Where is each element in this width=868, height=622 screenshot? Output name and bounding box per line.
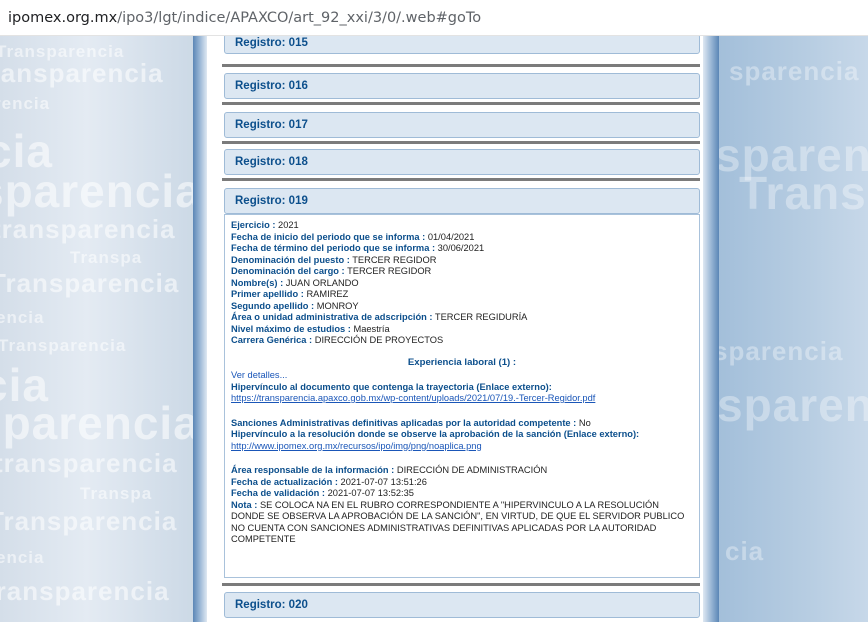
- field-value: No: [578, 417, 591, 428]
- field-nota: Nota : SE COLOCA NA EN EL RUBRO CORRESPO…: [231, 500, 693, 546]
- watermark-word: Transparencia: [0, 506, 178, 536]
- registro-020-header[interactable]: Registro: 020: [224, 592, 700, 618]
- field-segundo-apellido: Segundo apellido : MONROY: [231, 301, 693, 313]
- registro-019-detail: Ejercicio : 2021 Fecha de inicio del per…: [224, 214, 700, 578]
- field-value: 2021: [278, 220, 299, 230]
- field-value: DIRECCIÓN DE PROYECTOS: [314, 335, 444, 345]
- field-sanciones: Sanciones Administrativas definitivas ap…: [231, 418, 693, 430]
- field-label: Segundo apellido :: [231, 300, 315, 311]
- ver-detalles-link[interactable]: Ver detalles...: [231, 370, 287, 380]
- field-value: 30/06/2021: [437, 243, 485, 253]
- field-value: 2021-07-07 13:51:26: [340, 476, 427, 487]
- watermark-word: rencia: [0, 94, 51, 113]
- watermark-word: transparencia: [0, 576, 170, 606]
- field-label: Área o unidad administrativa de adscripc…: [231, 312, 433, 322]
- field-fecha-actualizacion: Fecha de actualización : 2021-07-07 13:5…: [231, 477, 693, 489]
- watermark-word: sparencia: [0, 397, 193, 449]
- field-value: 01/04/2021: [427, 231, 475, 242]
- watermark-word: sparencia: [0, 165, 193, 217]
- divider: [222, 102, 700, 105]
- watermark-word: cia: [725, 536, 765, 566]
- field-value: MONROY: [316, 300, 359, 311]
- field-value: TERCER REGIDURÍA: [434, 312, 528, 322]
- url-domain: ipomex.org.mx: [8, 9, 118, 26]
- field-fecha-termino: Fecha de término del periodo que se info…: [231, 243, 693, 255]
- url-text[interactable]: ipomex.org.mx/ipo3/lgt/indice/APAXCO/art…: [8, 10, 481, 26]
- field-label: Primer apellido :: [231, 289, 304, 299]
- field-label: Hipervínculo a la resolución donde se ob…: [231, 429, 640, 439]
- watermark-word: transparencia: [0, 214, 176, 244]
- watermark-word: encia: [0, 548, 45, 567]
- watermark-word: sparencia: [719, 379, 868, 431]
- divider: [222, 178, 700, 181]
- watermark-word: Trans: [739, 167, 867, 219]
- field-fecha-validacion: Fecha de validación : 2021-07-07 13:52:3…: [231, 488, 693, 500]
- field-label: Fecha de actualización :: [231, 476, 338, 487]
- field-label: Sanciones Administrativas definitivas ap…: [231, 417, 577, 428]
- field-value: Maestría: [353, 323, 390, 334]
- sancion-resolucion-link[interactable]: http://www.ipomex.org.mx/recursos/ipo/im…: [231, 441, 482, 451]
- watermark-word: transparencia: [0, 58, 164, 88]
- registro-015-header[interactable]: Registro: 015: [224, 36, 700, 54]
- field-denominacion-puesto: Denominación del puesto : TERCER REGIDOR: [231, 255, 693, 267]
- registro-019-header[interactable]: Registro: 019: [224, 188, 700, 214]
- field-value: RAMIREZ: [306, 289, 349, 299]
- field-label: Fecha de término del periodo que se info…: [231, 243, 436, 253]
- field-value: 2021-07-07 13:52:35: [327, 488, 414, 498]
- registro-016-header[interactable]: Registro: 016: [224, 73, 700, 99]
- field-nivel-estudios: Nivel máximo de estudios : Maestría: [231, 324, 693, 336]
- field-hipervinculo-trayectoria-label: Hipervínculo al documento que contenga l…: [231, 382, 693, 394]
- field-label: Hipervínculo al documento que contenga l…: [231, 381, 552, 392]
- field-label: Denominación del cargo :: [231, 266, 345, 276]
- watermark-word: transparencia: [0, 448, 178, 478]
- field-denominacion-cargo: Denominación del cargo : TERCER REGIDOR: [231, 266, 693, 278]
- experiencia-laboral-heading: Experiencia laboral (1) :: [407, 356, 517, 368]
- watermark-word: Transpa: [70, 248, 143, 267]
- watermark-word: Transparencia: [0, 268, 180, 298]
- field-nombres: Nombre(s) : JUAN ORLANDO: [231, 278, 693, 290]
- background-watermark-left: Transparencia transparencia rencia cia s…: [0, 36, 193, 622]
- field-value: SE COLOCA NA EN EL RUBRO CORRESPONDIENTE…: [231, 499, 685, 545]
- watermark-word: sparencia: [729, 56, 860, 86]
- watermark-word: Transpa: [80, 484, 153, 503]
- field-label: Nota :: [231, 499, 258, 510]
- url-path: /ipo3/lgt/indice/APAXCO/art_92_xxi/3/0/.…: [117, 9, 482, 26]
- field-area-adscripcion: Área o unidad administrativa de adscripc…: [231, 312, 693, 324]
- field-value: TERCER REGIDOR: [352, 254, 437, 265]
- divider: [222, 583, 700, 586]
- field-label: Nombre(s) :: [231, 277, 284, 288]
- field-label: Fecha de inicio del periodo que se infor…: [231, 231, 426, 242]
- field-ejercicio: Ejercicio : 2021: [231, 220, 693, 232]
- field-value: DIRECCIÓN DE ADMINISTRACIÓN: [396, 465, 548, 475]
- trayectoria-pdf-link[interactable]: https://transparencia.apaxco.gob.mx/wp-c…: [231, 393, 595, 403]
- content-border-left: [193, 36, 207, 622]
- divider: [222, 141, 700, 144]
- address-bar[interactable]: ipomex.org.mx/ipo3/lgt/indice/APAXCO/art…: [0, 0, 868, 36]
- field-label: Denominación del puesto :: [231, 254, 350, 265]
- field-primer-apellido: Primer apellido : RAMIREZ: [231, 289, 693, 301]
- watermark-word: Transparencia: [0, 336, 127, 355]
- field-label: Carrera Genérica :: [231, 335, 313, 345]
- field-label: Nivel máximo de estudios :: [231, 323, 351, 334]
- watermark-word: encia: [0, 308, 45, 327]
- registro-018-header[interactable]: Registro: 018: [224, 149, 700, 175]
- registro-017-header[interactable]: Registro: 017: [224, 112, 700, 138]
- field-value: TERCER REGIDOR: [347, 266, 432, 276]
- field-hipervinculo-sancion-label: Hipervínculo a la resolución donde se ob…: [231, 429, 693, 441]
- field-area-responsable: Área responsable de la información : DIR…: [231, 465, 693, 477]
- records-list: Registro: 015 Registro: 016 Registro: 01…: [207, 36, 703, 622]
- divider: [222, 64, 700, 67]
- watermark-word: sparencia: [719, 336, 844, 366]
- field-carrera: Carrera Genérica : DIRECCIÓN DE PROYECTO…: [231, 335, 693, 347]
- field-label: Fecha de validación :: [231, 488, 326, 498]
- field-label: Ejercicio :: [231, 220, 276, 230]
- field-fecha-inicio: Fecha de inicio del periodo que se infor…: [231, 232, 693, 244]
- field-value: JUAN ORLANDO: [285, 277, 359, 288]
- content-border-right: [703, 36, 719, 622]
- field-label: Área responsable de la información :: [231, 465, 395, 475]
- background-watermark-right: sparencia sparencia Trans sparencia spar…: [719, 36, 868, 622]
